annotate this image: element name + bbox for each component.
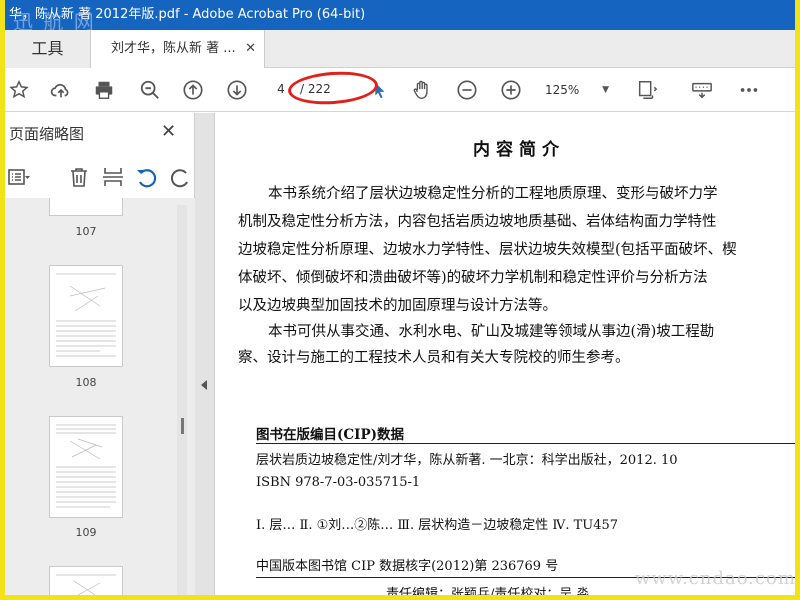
document-page: 内容简介 本书系统介绍了层状边坡稳定性分析的工程地质原理、变形与破坏力学 机制及…	[216, 113, 795, 600]
body-line: 本书系统介绍了层状边坡稳定性分析的工程地质原理、变形与破坏力学	[268, 186, 718, 202]
chevron-down-icon: ▼	[602, 85, 609, 95]
previous-page-icon[interactable]	[181, 78, 205, 102]
star-icon[interactable]	[7, 78, 31, 102]
options-menu-icon[interactable]	[7, 165, 31, 189]
toolbar: 4 / 222 125% ▼	[5, 68, 795, 112]
cip-heading: 图书在版编目(CIP)数据	[256, 427, 404, 443]
cip-line: 责任编辑：张颖兵/责任校对：吴 淼	[386, 587, 590, 600]
page-heading: 内容简介	[473, 140, 565, 160]
body-line: 察、设计与施工的工程技术人员和有关大专院校的师生参考。	[238, 350, 630, 366]
zoom-dropdown[interactable]: 125% ▼	[545, 80, 613, 100]
fit-page-icon[interactable]	[635, 78, 659, 102]
thumbnail-scrollbar[interactable]	[177, 205, 187, 595]
cip-line: 中国版本图书馆 CIP 数据核字(2012)第 236769 号	[256, 559, 559, 574]
keyboard-icon[interactable]	[690, 78, 714, 102]
page-thumbnail[interactable]	[49, 416, 123, 518]
cloud-upload-icon[interactable]	[49, 78, 73, 102]
body-line: 边坡稳定性分析原理、边坡水力学特性、层状边坡失效模型(包括平面破坏、楔	[238, 242, 737, 258]
hand-tool-icon[interactable]	[410, 78, 434, 102]
tab-row: 工具 刘才华，陈从新 著 ... ✕	[5, 30, 795, 68]
tab-document[interactable]: 刘才华，陈从新 著 ... ✕	[90, 30, 265, 68]
panel-toolbar	[5, 161, 195, 195]
search-zoom-icon[interactable]	[138, 78, 162, 102]
close-icon[interactable]: ✕	[245, 30, 256, 68]
divider	[256, 443, 795, 444]
panel-title: 页面缩略图	[9, 125, 85, 143]
page-thumbnail[interactable]	[49, 566, 123, 595]
tab-document-label: 刘才华，陈从新 著 ...	[111, 41, 236, 56]
title-bar: 华，陈从新 著 2012年版.pdf - Adobe Acrobat Pro (…	[5, 0, 795, 30]
cip-line: ISBN 978-7-03-035715-1	[256, 475, 421, 490]
zoom-value: 125%	[545, 83, 580, 97]
thumbnail-label: 107	[75, 225, 97, 238]
watermark-site: www.cndao.com	[635, 568, 796, 589]
app-window: 华，陈从新 著 2012年版.pdf - Adobe Acrobat Pro (…	[0, 0, 800, 600]
close-icon[interactable]: ✕	[161, 121, 176, 142]
page-thumbnail[interactable]	[49, 265, 123, 367]
thumbnail-list: 107 108 109	[5, 198, 195, 595]
redo-rotate-icon[interactable]	[168, 165, 192, 189]
body-line: 体破坏、倾倒破坏和溃曲破坏等)的破坏力学机制和稳定性评价与分析方法	[238, 270, 708, 286]
body-line: 本书可供从事交通、水利水电、矿山及城建等领域从事边(滑)坡工程勘	[268, 324, 715, 340]
trash-icon[interactable]	[67, 165, 91, 189]
more-options-icon[interactable]	[737, 78, 761, 102]
scrollbar-thumb[interactable]	[181, 418, 184, 434]
thumbnail-label: 108	[75, 376, 97, 389]
thumbnails-panel: 页面缩略图 ✕ 107 108 109	[5, 113, 195, 595]
cip-line: 层状岩质边坡稳定性/刘才华，陈从新著. 一北京：科学出版社，2012. 10	[256, 453, 678, 468]
body-line: 机制及稳定性分析方法，内容包括岩质边坡地质基础、岩体结构面力学特性	[238, 214, 717, 230]
insert-page-icon[interactable]	[101, 165, 125, 189]
next-page-icon[interactable]	[225, 78, 249, 102]
page-thumbnail[interactable]	[49, 198, 123, 216]
undo-rotate-icon[interactable]	[135, 165, 159, 189]
window-title: 华，陈从新 著 2012年版.pdf - Adobe Acrobat Pro (…	[9, 7, 366, 22]
collapse-arrow-icon[interactable]	[201, 380, 207, 390]
body-line: 以及边坡典型加固技术的加固原理与设计方法等。	[238, 298, 557, 314]
thumbnail-label: 109	[75, 526, 97, 539]
panel-splitter[interactable]	[195, 113, 215, 595]
tab-tools[interactable]: 工具	[5, 30, 90, 68]
cip-line: Ⅰ. 层… Ⅱ. ①刘…②陈… Ⅲ. 层状构造－边坡稳定性 Ⅳ. TU457	[256, 518, 619, 533]
zoom-out-icon[interactable]	[455, 78, 479, 102]
print-icon[interactable]	[92, 78, 116, 102]
zoom-in-icon[interactable]	[499, 78, 523, 102]
